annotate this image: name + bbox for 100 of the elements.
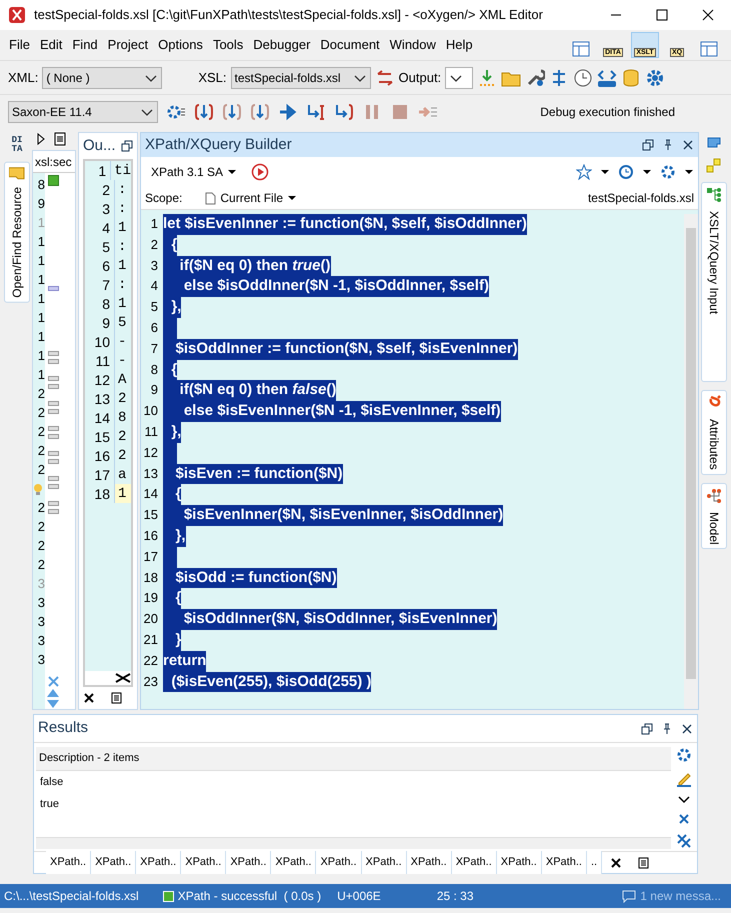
menu-item[interactable]: File [4, 35, 35, 55]
menu-item[interactable]: Window [384, 35, 441, 55]
line-number: 16 [142, 526, 158, 545]
line-number: 2 [36, 442, 45, 460]
line-number: 9 [150, 381, 158, 400]
line-number: 10 [142, 402, 158, 420]
status-text: U+006E [337, 888, 381, 905]
result-tab[interactable]: XPath.. [316, 851, 362, 874]
result-tab[interactable]: XPath.. [226, 851, 272, 874]
line-number: 9 [85, 313, 115, 332]
line-number: 20 [142, 610, 158, 628]
line-number: 1 [36, 214, 45, 232]
line-number: 2 [36, 404, 45, 422]
line-number: 3 [85, 199, 115, 218]
code-text: 2 [117, 447, 128, 465]
result-tab[interactable]: XPath.. [46, 851, 92, 874]
line-number: 17 [85, 465, 115, 484]
side-tab[interactable]: XSLT/XQuery Input [701, 182, 727, 382]
code-text: a [117, 466, 128, 484]
line-number: 4 [150, 277, 158, 296]
line-number: 1 [36, 271, 45, 289]
line-number: 2 [36, 499, 45, 517]
line-number: 8 [85, 294, 115, 313]
result-tab[interactable]: XPath.. [452, 851, 497, 874]
xsl-dropdown[interactable]: testSpecial-folds.xsl [230, 66, 371, 88]
line-number: 5 [85, 237, 115, 256]
panel-title: Ou... [83, 136, 116, 156]
line-number: 3 [36, 575, 45, 593]
line-number: 2 [36, 385, 45, 403]
field-label: Scope: [145, 190, 182, 207]
field-label: XML: [8, 68, 38, 87]
engine-dropdown[interactable]: Saxon-EE 11.4 [8, 100, 158, 122]
line-number: 1 [36, 233, 45, 251]
menu-item[interactable]: Debugger [248, 35, 316, 55]
table-cell-text: false [39, 774, 64, 790]
result-tab[interactable]: XPath.. [362, 851, 407, 874]
code-text: 2 [117, 390, 128, 408]
result-tab[interactable]: XPath.. [542, 851, 587, 874]
line-number: 7 [85, 275, 115, 294]
side-tab[interactable]: Open/Find Resource [4, 162, 30, 303]
scope-dropdown[interactable]: Current File [198, 188, 304, 208]
status-text: 25 : 33 [436, 888, 474, 905]
status-text: XPath - successful ( 0.0s ) [178, 888, 322, 905]
file-name: testSpecial-folds.xsl [588, 190, 694, 207]
line-number: 1 [36, 347, 45, 365]
line-number: 17 [142, 548, 158, 566]
line-number: 1 [36, 252, 45, 270]
menu-item[interactable]: Tools [208, 35, 248, 55]
line-number: 13 [85, 389, 115, 408]
field-label: Output: [398, 68, 442, 87]
line-number: 2 [36, 556, 45, 574]
side-tab[interactable]: Attributes [701, 390, 727, 475]
code-text: 5 [117, 314, 128, 332]
line-number: 4 [85, 218, 115, 237]
line-number: 18 [142, 568, 158, 587]
result-tab[interactable]: XPath.. [136, 851, 182, 874]
version-dropdown[interactable]: XPath 3.1 SA [145, 162, 244, 182]
menu-item[interactable]: Options [153, 35, 208, 55]
line-number: 3 [150, 256, 158, 275]
result-tab[interactable]: .. [586, 851, 602, 874]
column-header[interactable]: Description - 2 items [36, 747, 671, 770]
code-text: A [117, 371, 128, 389]
line-number: 5 [150, 298, 158, 316]
result-tab[interactable]: XPath.. [406, 851, 452, 874]
result-tab[interactable]: XPath.. [496, 851, 542, 874]
line-number: 1 [36, 328, 45, 346]
result-tab[interactable]: XPath.. [271, 851, 316, 874]
line-number: 22 [142, 652, 158, 670]
code-text: - [117, 333, 128, 351]
line-number: 1 [150, 215, 158, 233]
panel-title: Results [38, 718, 90, 738]
menu-item[interactable]: Find [67, 35, 103, 55]
code-text: 1 [117, 257, 128, 275]
dita-logo: DI TA [10, 136, 24, 154]
menu-item[interactable]: Edit [34, 35, 68, 55]
line-number: 3 [36, 632, 45, 650]
line-number: 2 [150, 236, 158, 254]
menu-item[interactable]: Help [440, 35, 478, 55]
result-tab[interactable]: XPath.. [181, 851, 226, 874]
result-tab[interactable]: XPath.. [91, 851, 136, 874]
line-number: 6 [85, 256, 115, 275]
line-number: 12 [142, 444, 158, 462]
side-tab[interactable]: Model [701, 482, 727, 550]
line-number: 2 [85, 180, 115, 199]
menu-item[interactable]: Document [315, 35, 385, 55]
line-number: 1 [36, 309, 45, 327]
line-number: 10 [85, 332, 115, 351]
code-text: 2 [117, 428, 128, 446]
code-text: 8 [117, 409, 128, 427]
line-number: 21 [142, 630, 158, 649]
menu-item[interactable]: Project [102, 35, 154, 55]
code-text: - [117, 352, 128, 370]
window-title: testSpecial-folds.xsl [C:\git\FunXPath\tests\testSpecial-folds.xsl] - <oXygen/> XML Editor [34, 6, 544, 24]
table-cell-text: true [39, 797, 60, 812]
line-number: 6 [150, 318, 158, 337]
line-number: 14 [142, 485, 158, 504]
line-number: 8 [36, 176, 45, 194]
xml-dropdown[interactable]: ( None ) [42, 66, 162, 88]
line-number: 3 [36, 651, 45, 669]
code-text: : [117, 276, 128, 294]
